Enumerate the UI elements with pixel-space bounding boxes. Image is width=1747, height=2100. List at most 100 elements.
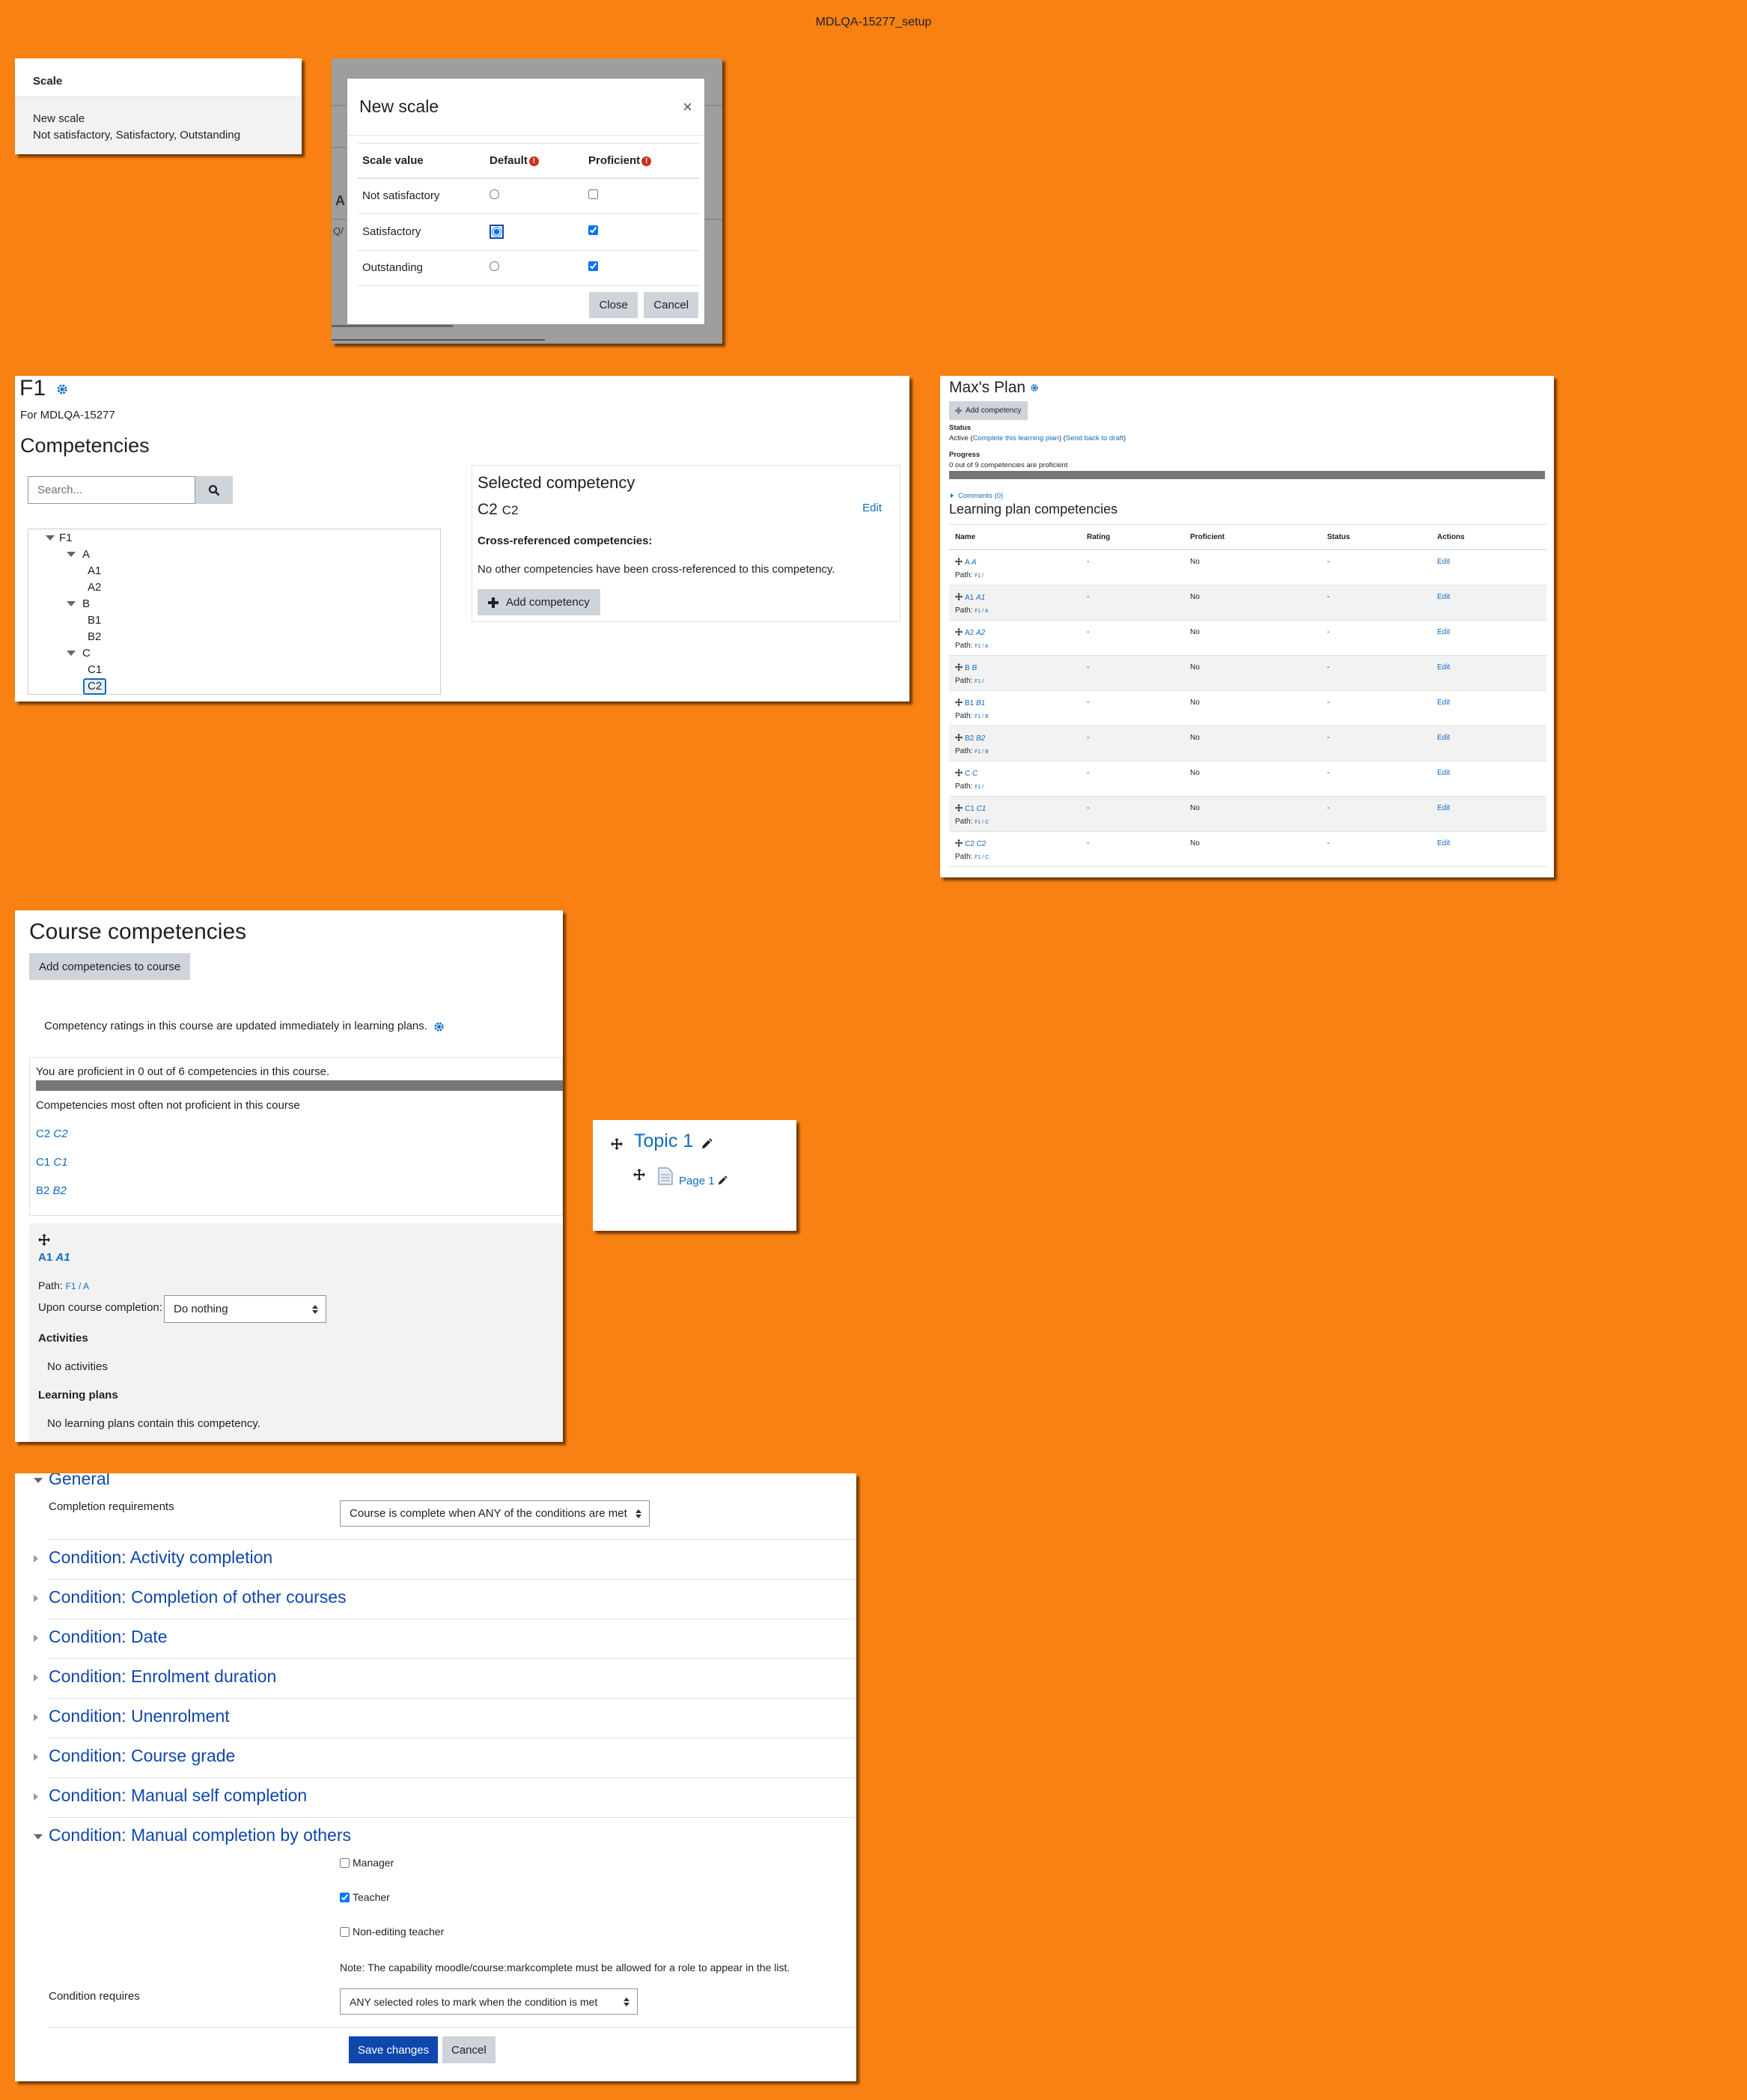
- chevron-right-icon[interactable]: [34, 1793, 38, 1801]
- chevron-right-icon[interactable]: [34, 1555, 38, 1562]
- search-button[interactable]: [195, 476, 233, 504]
- list-item[interactable]: B2 B2: [36, 1184, 67, 1197]
- pencil-icon[interactable]: [718, 1175, 728, 1185]
- competency-link[interactable]: B1 B1: [965, 699, 985, 707]
- competency-link[interactable]: A1 A1: [965, 594, 985, 602]
- move-icon[interactable]: [611, 1138, 623, 1150]
- add-competency-button[interactable]: Add competency: [949, 401, 1028, 420]
- role-checkbox-teacher[interactable]: [340, 1893, 350, 1902]
- edit-link[interactable]: Edit: [1437, 734, 1450, 742]
- chevron-right-icon[interactable]: [34, 1595, 38, 1602]
- chevron-right-icon[interactable]: [34, 1634, 38, 1642]
- tree-item[interactable]: B: [82, 597, 90, 611]
- chevron-down-icon[interactable]: [67, 601, 76, 606]
- role-option[interactable]: Manager: [340, 1857, 394, 1869]
- competency-link[interactable]: C2 C2: [965, 840, 986, 848]
- competency-link[interactable]: A2 A2: [965, 629, 985, 637]
- move-icon[interactable]: [955, 804, 963, 812]
- pencil-icon[interactable]: [701, 1138, 713, 1149]
- gear-icon[interactable]: [433, 1021, 445, 1032]
- gear-icon[interactable]: [56, 383, 68, 395]
- path-link[interactable]: F1 /: [975, 785, 984, 790]
- move-icon[interactable]: [38, 1234, 50, 1246]
- gear-icon[interactable]: [1030, 383, 1039, 392]
- chevron-down-icon[interactable]: [67, 651, 76, 656]
- edit-link[interactable]: Edit: [1437, 663, 1450, 672]
- role-checkbox-manager[interactable]: [340, 1858, 350, 1868]
- completion-req-select[interactable]: Course is complete when ANY of the condi…: [340, 1500, 650, 1527]
- proficient-checkbox[interactable]: [588, 261, 598, 271]
- search-input[interactable]: Search...: [28, 476, 195, 504]
- move-icon[interactable]: [955, 839, 963, 847]
- competency-link[interactable]: C C: [965, 770, 978, 778]
- section-course-grade[interactable]: Condition: Course grade: [49, 1746, 235, 1766]
- tree-item-selected[interactable]: C2: [83, 678, 107, 695]
- competency-link[interactable]: A A: [965, 559, 977, 567]
- move-icon[interactable]: [633, 1169, 645, 1181]
- add-competency-button[interactable]: Add competency: [478, 589, 600, 615]
- section-other-courses[interactable]: Condition: Completion of other courses: [49, 1587, 347, 1607]
- section-manual-self[interactable]: Condition: Manual self completion: [49, 1786, 307, 1806]
- path-link[interactable]: F1 / B: [975, 749, 989, 755]
- competency-link[interactable]: B B: [965, 664, 977, 672]
- cancel-button[interactable]: Cancel: [442, 2036, 496, 2063]
- tree-item[interactable]: B2: [88, 630, 101, 644]
- section-manual-others[interactable]: Condition: Manual completion by others: [49, 1825, 351, 1845]
- tree-item[interactable]: A2: [88, 581, 101, 594]
- move-icon[interactable]: [955, 628, 963, 636]
- cancel-button[interactable]: Cancel: [644, 292, 698, 318]
- edit-link[interactable]: Edit: [1437, 558, 1450, 566]
- tree-item[interactable]: B1: [88, 614, 101, 627]
- role-checkbox-non-editing-teacher[interactable]: [340, 1927, 350, 1937]
- chevron-down-icon[interactable]: [67, 552, 76, 557]
- path-link[interactable]: F1 / C: [975, 855, 989, 860]
- page-link[interactable]: Page 1: [679, 1175, 715, 1187]
- chevron-right-icon[interactable]: [34, 1753, 38, 1761]
- upon-completion-select[interactable]: Do nothing: [164, 1295, 326, 1323]
- move-icon[interactable]: [955, 769, 963, 776]
- path-link[interactable]: F1 /: [975, 679, 984, 684]
- section-activity-completion[interactable]: Condition: Activity completion: [49, 1547, 272, 1568]
- tree-item[interactable]: C: [82, 647, 91, 660]
- competency-name[interactable]: A1 A1: [38, 1251, 70, 1264]
- move-icon[interactable]: [955, 699, 963, 706]
- edit-link[interactable]: Edit: [1437, 628, 1450, 636]
- role-option[interactable]: Teacher: [340, 1891, 390, 1903]
- competency-link[interactable]: B2 B2: [965, 734, 985, 743]
- condition-requires-select[interactable]: ANY selected roles to mark when the cond…: [340, 1988, 638, 2015]
- edit-link[interactable]: Edit: [1437, 593, 1450, 601]
- add-competencies-button[interactable]: Add competencies to course: [29, 953, 191, 980]
- edit-link[interactable]: Edit: [1437, 804, 1450, 812]
- topic-title[interactable]: Topic 1: [634, 1130, 693, 1152]
- default-radio[interactable]: [490, 189, 499, 200]
- close-icon[interactable]: ×: [683, 97, 692, 117]
- section-general[interactable]: General: [49, 1473, 110, 1489]
- send-back-link[interactable]: Send back to draft: [1066, 434, 1123, 442]
- path-link[interactable]: F1 /: [975, 573, 984, 579]
- chevron-down-icon[interactable]: [34, 1834, 43, 1839]
- path-link[interactable]: F1 / C: [975, 820, 989, 825]
- proficient-checkbox[interactable]: [588, 189, 598, 200]
- section-date[interactable]: Condition: Date: [49, 1627, 168, 1647]
- edit-link[interactable]: Edit: [1437, 769, 1450, 777]
- section-unenrolment[interactable]: Condition: Unenrolment: [49, 1706, 230, 1726]
- move-icon[interactable]: [955, 663, 963, 671]
- path-link[interactable]: F1 / A: [66, 1281, 89, 1291]
- close-button[interactable]: Close: [589, 292, 638, 318]
- default-radio[interactable]: [492, 226, 501, 237]
- move-icon[interactable]: [955, 734, 963, 741]
- edit-link[interactable]: Edit: [1437, 839, 1450, 847]
- chevron-right-icon[interactable]: [34, 1674, 38, 1681]
- list-item[interactable]: C2 C2: [36, 1127, 68, 1140]
- default-radio[interactable]: [490, 261, 499, 271]
- chevron-down-icon[interactable]: [46, 535, 55, 541]
- proficient-checkbox[interactable]: [588, 225, 598, 235]
- competency-link[interactable]: C1 C1: [965, 805, 986, 813]
- path-link[interactable]: F1 / A: [975, 644, 988, 649]
- edit-link[interactable]: Edit: [1437, 699, 1450, 707]
- edit-link[interactable]: Edit: [862, 502, 882, 514]
- tree-item[interactable]: A1: [88, 564, 101, 578]
- save-changes-button[interactable]: Save changes: [349, 2036, 439, 2063]
- path-link[interactable]: F1 / A: [975, 609, 988, 614]
- path-link[interactable]: F1 / B: [975, 714, 989, 719]
